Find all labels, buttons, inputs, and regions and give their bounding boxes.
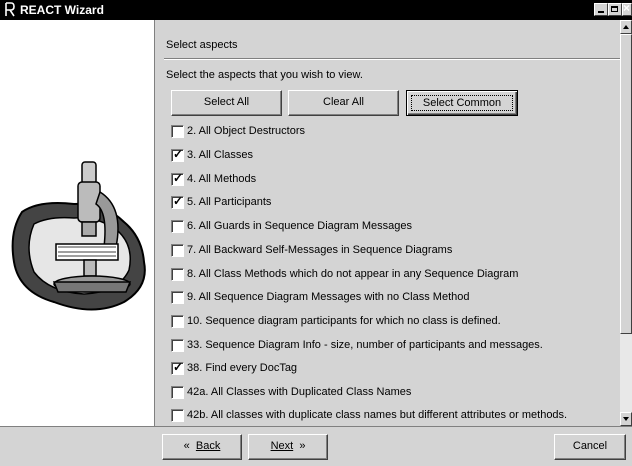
aspect-label: 42a. All Classes with Duplicated Class N…: [187, 386, 412, 398]
separator: [164, 58, 620, 60]
microscope-illustration: [11, 161, 146, 311]
aspect-label: 2. All Object Destructors: [187, 125, 305, 137]
aspect-checkbox[interactable]: [171, 315, 184, 328]
vertical-scrollbar[interactable]: [620, 20, 632, 426]
aspect-checkbox[interactable]: [171, 125, 184, 138]
wizard-footer: « Back Next » Cancel: [0, 426, 632, 466]
back-label: Back: [195, 440, 221, 452]
aspect-label: 10. Sequence diagram participants for wh…: [187, 315, 501, 327]
clear-all-label: Clear All: [323, 96, 364, 108]
section-title: Select aspects: [166, 39, 238, 51]
aspect-checkbox[interactable]: [171, 291, 184, 304]
aspect-checkbox[interactable]: [171, 339, 184, 352]
next-button[interactable]: Next »: [248, 434, 328, 460]
instruction-text: Select the aspects that you wish to view…: [166, 69, 363, 81]
chevron-right-icon: »: [299, 440, 306, 452]
aspect-checkbox[interactable]: ✓: [171, 194, 184, 209]
aspect-label: 33. Sequence Diagram Info - size, number…: [187, 339, 543, 351]
window-title: REACT Wizard: [20, 3, 104, 17]
aspect-checkbox[interactable]: ✓: [171, 171, 184, 186]
select-common-button[interactable]: Select Common: [406, 90, 518, 116]
aspect-label: 3. All Classes: [187, 149, 254, 161]
close-button[interactable]: [622, 1, 632, 16]
aspect-checkbox[interactable]: [171, 268, 184, 281]
check-mark-icon: ✓: [173, 194, 184, 208]
aspect-checkbox[interactable]: ✓: [171, 147, 184, 162]
next-label: Next: [270, 440, 294, 452]
wizard-image-pane: [0, 20, 155, 426]
check-mark-icon: ✓: [173, 171, 184, 185]
aspect-label: 4. All Methods: [187, 173, 257, 185]
scroll-down-arrow-icon[interactable]: [620, 412, 632, 426]
title-bar: REACT Wizard: [0, 0, 632, 20]
aspect-label: 38. Find every DocTag: [187, 362, 298, 374]
aspect-label: 42b. All classes with duplicate class na…: [187, 409, 568, 421]
select-all-label: Select All: [203, 96, 250, 108]
clear-all-button[interactable]: Clear All: [288, 90, 399, 116]
scroll-up-arrow-icon[interactable]: [620, 20, 632, 34]
minimize-button[interactable]: [594, 3, 608, 16]
maximize-button[interactable]: [608, 3, 622, 16]
aspect-label: 8. All Class Methods which do not appear…: [187, 268, 519, 280]
select-common-label: Select Common: [411, 95, 513, 111]
aspect-checkbox[interactable]: ✓: [171, 360, 184, 375]
aspect-label: 6. All Guards in Sequence Diagram Messag…: [187, 220, 413, 232]
aspect-checkbox[interactable]: [171, 220, 184, 233]
aspect-checkbox[interactable]: [171, 386, 184, 399]
scrollbar-thumb[interactable]: [620, 34, 632, 334]
aspect-label: 9. All Sequence Diagram Messages with no…: [187, 291, 470, 303]
chevron-left-icon: «: [183, 440, 190, 452]
select-all-button[interactable]: Select All: [171, 90, 282, 116]
cancel-label: Cancel: [572, 440, 608, 452]
aspect-label: 5. All Participants: [187, 196, 272, 208]
aspect-label: 7. All Backward Self-Messages in Sequenc…: [187, 244, 453, 256]
aspects-panel: Select aspects Select the aspects that y…: [156, 20, 620, 426]
check-mark-icon: ✓: [173, 147, 184, 161]
cancel-button[interactable]: Cancel: [554, 434, 626, 460]
react-app-icon: [5, 2, 15, 17]
aspect-checkbox[interactable]: [171, 244, 184, 257]
check-mark-icon: ✓: [173, 360, 184, 374]
back-button[interactable]: « Back: [162, 434, 242, 460]
aspect-checkbox[interactable]: [171, 409, 184, 422]
